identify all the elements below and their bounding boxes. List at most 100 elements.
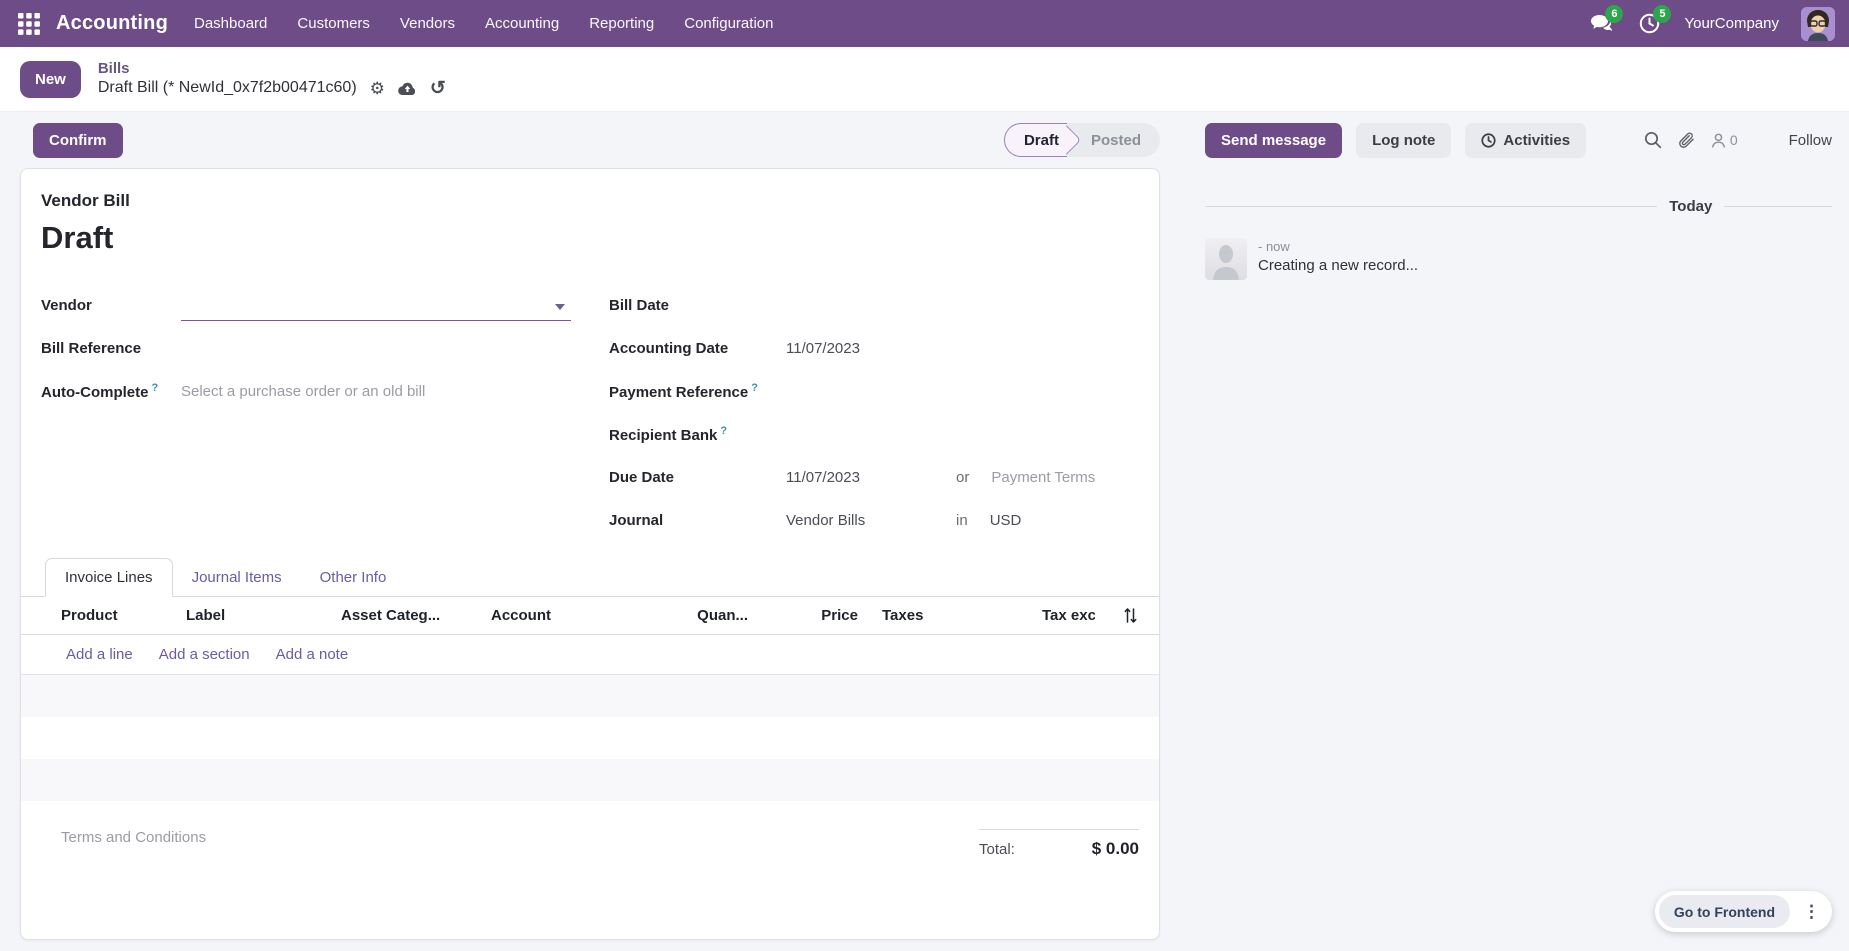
today-divider: Today xyxy=(1205,198,1832,215)
activities-systray-button[interactable]: 5 xyxy=(1636,11,1662,37)
col-product[interactable]: Product xyxy=(61,607,186,624)
menu-vendors[interactable]: Vendors xyxy=(400,15,455,32)
messages-button[interactable]: 6 xyxy=(1588,11,1614,37)
field-journal: Journal Vendor Bills in USD xyxy=(609,499,1135,542)
main-menu: Dashboard Customers Vendors Accounting R… xyxy=(194,15,773,32)
optional-columns-icon[interactable] xyxy=(1095,607,1139,624)
paperclip-glyph xyxy=(1677,131,1695,149)
user-avatar[interactable] xyxy=(1801,7,1835,41)
help-icon: ? xyxy=(720,425,727,437)
followers-count: 0 xyxy=(1730,132,1738,148)
vendor-dropdown xyxy=(181,291,571,321)
search-messages-icon[interactable] xyxy=(1644,131,1662,149)
field-auto-complete: Auto-Complete? Select a purchase order o… xyxy=(41,370,571,413)
go-to-frontend-button[interactable]: Go to Frontend xyxy=(1659,895,1790,928)
journal-label: Journal xyxy=(609,512,786,529)
bill-reference-input[interactable] xyxy=(181,335,571,363)
accounting-date-input[interactable]: 11/07/2023 xyxy=(786,340,860,357)
empty-table-row xyxy=(21,717,1159,759)
tab-other-info[interactable]: Other Info xyxy=(301,559,406,596)
frontend-switcher: Go to Frontend ⋮ xyxy=(1655,891,1832,932)
cloud-upload-glyph xyxy=(398,81,417,96)
followers-button[interactable]: 0 xyxy=(1710,132,1738,149)
empty-table-row xyxy=(21,675,1159,717)
log-note-button[interactable]: Log note xyxy=(1356,123,1451,158)
col-taxes[interactable]: Taxes xyxy=(882,607,1042,624)
chatter-panel: Today - now Creating a new record... xyxy=(1160,168,1849,951)
totals-block: Total: $ 0.00 xyxy=(979,829,1139,859)
bill-date-label: Bill Date xyxy=(609,297,786,314)
top-navbar: Accounting Dashboard Customers Vendors A… xyxy=(0,0,1849,47)
follow-button[interactable]: Follow xyxy=(1789,132,1832,149)
currency-input[interactable]: USD xyxy=(990,512,1022,529)
vendor-label: Vendor xyxy=(41,297,181,314)
menu-accounting[interactable]: Accounting xyxy=(485,15,559,32)
or-text: or xyxy=(956,469,969,486)
vendor-bill-form-card: Vendor Bill Draft Vendor xyxy=(20,168,1160,940)
empty-table-row xyxy=(21,759,1159,801)
activities-button[interactable]: Activities xyxy=(1465,123,1586,158)
avatar-image xyxy=(1801,7,1835,41)
message-text: Creating a new record... xyxy=(1258,257,1418,274)
col-label[interactable]: Label xyxy=(186,607,341,624)
gear-icon[interactable]: ⚙ xyxy=(370,80,385,97)
col-account[interactable]: Account xyxy=(491,607,641,624)
menu-reporting[interactable]: Reporting xyxy=(589,15,654,32)
col-price[interactable]: Price xyxy=(756,607,866,624)
field-recipient-bank: Recipient Bank? xyxy=(609,413,1135,456)
control-panel: Confirm Draft Posted Send message Log no… xyxy=(0,112,1849,168)
form-view-column: Vendor Bill Draft Vendor xyxy=(0,168,1160,951)
company-switcher[interactable]: YourCompany xyxy=(1684,15,1779,32)
add-a-note-button[interactable]: Add a note xyxy=(276,646,349,663)
accounting-date-label: Accounting Date xyxy=(609,340,786,357)
confirm-button[interactable]: Confirm xyxy=(33,123,123,158)
auto-complete-input[interactable]: Select a purchase order or an old bill xyxy=(181,383,425,400)
menu-customers[interactable]: Customers xyxy=(297,15,370,32)
save-cloud-icon[interactable] xyxy=(398,81,417,96)
field-bill-reference: Bill Reference xyxy=(41,327,571,370)
sliders-glyph xyxy=(1122,607,1139,624)
content-area: Confirm Draft Posted Send message Log no… xyxy=(0,112,1849,951)
payment-terms-input[interactable]: Payment Terms xyxy=(991,469,1095,486)
attachments-icon[interactable] xyxy=(1677,131,1695,149)
menu-configuration[interactable]: Configuration xyxy=(684,15,773,32)
form-fields: Vendor Bill Reference xyxy=(41,284,1135,542)
breadcrumb-bills-link[interactable]: Bills xyxy=(98,60,446,79)
terms-and-conditions-input[interactable]: Terms and Conditions xyxy=(61,829,206,846)
discard-undo-icon[interactable]: ↺ xyxy=(430,79,446,98)
chatter-toolbar: Send message Log note Activities xyxy=(1160,123,1849,158)
person-silhouette-icon xyxy=(1205,238,1247,280)
col-asset-category[interactable]: Asset Categ... xyxy=(341,607,491,624)
field-vendor: Vendor xyxy=(41,284,571,327)
payment-reference-input[interactable] xyxy=(786,378,1135,406)
app-title[interactable]: Accounting xyxy=(56,12,168,35)
stage-draft[interactable]: Draft xyxy=(1004,123,1067,157)
vendor-input[interactable] xyxy=(181,291,571,320)
status-bar: Draft Posted xyxy=(1004,123,1160,157)
magnifier-glyph xyxy=(1644,131,1662,149)
apps-grid-icon[interactable] xyxy=(12,7,46,41)
breadcrumb: Bills Draft Bill (* NewId_0x7f2b00471c60… xyxy=(98,60,446,99)
tab-journal-items[interactable]: Journal Items xyxy=(173,559,301,596)
apps-grid-glyph xyxy=(18,13,40,35)
recipient-bank-input[interactable] xyxy=(786,421,1135,449)
kebab-menu-button[interactable]: ⋮ xyxy=(1795,895,1828,928)
bill-reference-label: Bill Reference xyxy=(41,340,181,357)
add-a-line-button[interactable]: Add a line xyxy=(66,646,133,663)
due-date-input[interactable]: 11/07/2023 xyxy=(786,469,956,486)
tab-invoice-lines[interactable]: Invoice Lines xyxy=(45,558,173,597)
message-avatar[interactable] xyxy=(1205,238,1247,280)
send-message-button[interactable]: Send message xyxy=(1205,123,1342,158)
col-quantity[interactable]: Quan... xyxy=(641,607,756,624)
journal-input[interactable]: Vendor Bills xyxy=(786,512,956,529)
help-icon: ? xyxy=(152,382,159,394)
menu-dashboard[interactable]: Dashboard xyxy=(194,15,267,32)
stage-posted[interactable]: Posted xyxy=(1067,132,1160,149)
col-tax-excl[interactable]: Tax excl. xyxy=(1042,607,1095,624)
bill-date-input[interactable] xyxy=(786,292,1135,320)
add-a-section-button[interactable]: Add a section xyxy=(159,646,250,663)
chevron-down-icon[interactable] xyxy=(555,304,565,310)
chatter-message: - now Creating a new record... xyxy=(1205,238,1832,280)
invoice-footer: Terms and Conditions Total: $ 0.00 xyxy=(21,829,1159,859)
new-button[interactable]: New xyxy=(20,61,81,98)
